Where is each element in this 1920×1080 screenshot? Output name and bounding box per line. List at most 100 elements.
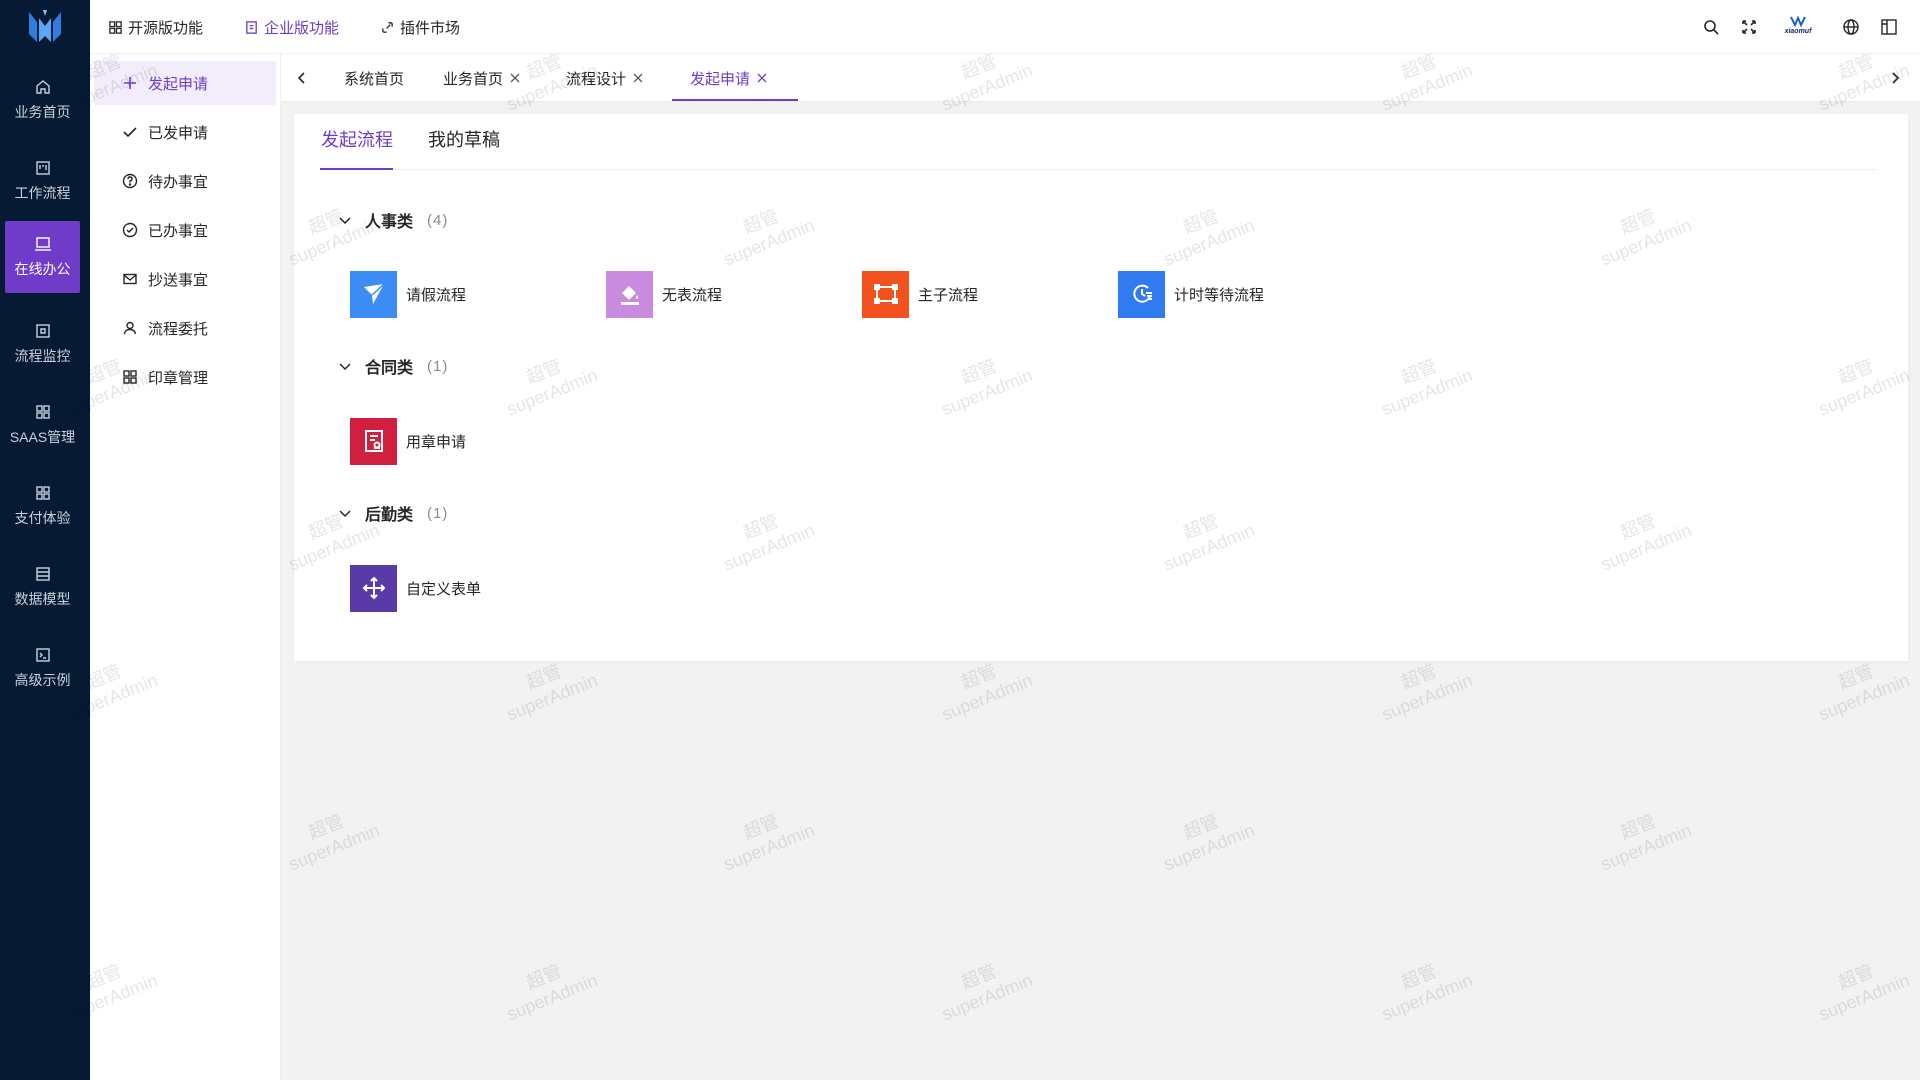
office-icon xyxy=(34,237,51,251)
watermark: 超管superAdmin xyxy=(1152,799,1258,876)
flow-item-timer-wait[interactable]: 计时等待流程 xyxy=(1118,270,1264,318)
submenu-item-todo[interactable]: 待办事宜 xyxy=(94,159,276,203)
watermark: 超管superAdmin xyxy=(1370,949,1476,1026)
flow-label: 无表流程 xyxy=(662,286,723,304)
timer-icon xyxy=(1132,284,1152,303)
rail-item-payment[interactable]: 支付体验 xyxy=(5,470,80,542)
submenu-item-sent-requests[interactable]: 已发申请 xyxy=(94,110,276,154)
stamp-icon xyxy=(364,430,383,452)
tab-process-design[interactable]: 流程设计 xyxy=(566,54,644,102)
user-icon xyxy=(123,321,137,335)
chevron-down-icon xyxy=(339,217,351,225)
flow-label: 自定义表单 xyxy=(406,580,482,598)
flow-tile xyxy=(606,270,653,318)
rail-item-label: 在线办公 xyxy=(14,261,71,277)
content-tab-indicator xyxy=(320,168,393,170)
watermark-line1: 超管 xyxy=(958,960,1000,993)
tab-scroll-right-icon[interactable] xyxy=(1886,69,1904,87)
submenu-item-done[interactable]: 已办事宜 xyxy=(94,208,276,252)
top-link-open-source[interactable]: 开源版功能 xyxy=(108,0,203,54)
paint-bucket-icon xyxy=(620,286,639,305)
rail-item-data-model[interactable]: 数据模型 xyxy=(5,551,80,623)
home-icon xyxy=(35,80,50,94)
tab-label: 流程设计 xyxy=(566,70,627,88)
group-header-contract[interactable]: 合同类 (1) xyxy=(338,354,448,378)
rail-item-online-office[interactable]: 在线办公 xyxy=(5,221,80,293)
watermark-line1: 超管 xyxy=(305,810,347,843)
question-icon xyxy=(122,173,138,189)
move-icon xyxy=(362,576,385,600)
flow-label: 用章申请 xyxy=(406,433,467,451)
submenu-item-label: 待办事宜 xyxy=(148,173,209,191)
watermark-line1: 超管 xyxy=(1180,810,1222,843)
search-icon[interactable] xyxy=(1702,18,1720,36)
rail-item-advanced-demo[interactable]: 高级示例 xyxy=(5,632,80,704)
send-icon xyxy=(363,283,385,304)
watermark-line2: superAdmin xyxy=(938,969,1036,1025)
tab-start-request[interactable]: 发起申请 xyxy=(690,54,768,102)
rail-item-saas-admin[interactable]: SAAS管理 xyxy=(5,389,80,461)
link-icon xyxy=(382,21,393,33)
group-header-logistics[interactable]: 后勤类 (1) xyxy=(338,501,448,525)
watermark-line2: superAdmin xyxy=(1815,669,1913,725)
rail-item-workflow[interactable]: 工作流程 xyxy=(5,145,80,217)
close-icon[interactable] xyxy=(756,72,768,84)
chevron-down-icon xyxy=(339,363,351,371)
tab-system-home[interactable]: 系统首页 xyxy=(344,54,404,102)
group-count: (1) xyxy=(427,504,449,522)
main-nav-rail: 业务首页 工作流程 在线办公 流程监控 SAAS管理 支付体验 数据模型 高级示… xyxy=(0,0,90,1080)
watermark: 超管superAdmin xyxy=(495,949,601,1026)
rail-item-label: 支付体验 xyxy=(14,510,71,526)
tab-scroll-left-icon[interactable] xyxy=(293,69,311,87)
watermark-line1: 超管 xyxy=(1617,810,1659,843)
flow-item-seal-request[interactable]: 用章申请 xyxy=(350,417,466,465)
watermark-line2: superAdmin xyxy=(938,669,1036,725)
watermark-line2: superAdmin xyxy=(1378,669,1476,725)
submenu-item-delegate[interactable]: 流程委托 xyxy=(94,306,276,350)
submenu-item-label: 流程委托 xyxy=(148,320,209,338)
check-circle-icon xyxy=(122,222,138,238)
submenu-item-label: 已办事宜 xyxy=(148,222,209,240)
close-icon[interactable] xyxy=(509,72,521,84)
check-icon xyxy=(123,127,137,138)
fullscreen-icon[interactable] xyxy=(1740,18,1758,36)
rail-item-process-monitor[interactable]: 流程监控 xyxy=(5,308,80,380)
flow-label: 请假流程 xyxy=(406,286,467,304)
watermark-line2: superAdmin xyxy=(720,819,818,875)
rail-item-business-home[interactable]: 业务首页 xyxy=(5,64,80,136)
grid-icon xyxy=(123,370,137,384)
layout-icon[interactable] xyxy=(1880,18,1898,36)
flow-item-custom-form[interactable]: 自定义表单 xyxy=(350,564,481,612)
top-link-enterprise[interactable]: 企业版功能 xyxy=(244,0,339,54)
submenu-item-cc[interactable]: 抄送事宜 xyxy=(94,257,276,301)
brand-logo[interactable] xyxy=(0,0,90,54)
close-icon[interactable] xyxy=(632,72,644,84)
flow-item-parent-child[interactable]: 主子流程 xyxy=(862,270,978,318)
tab-label: 业务首页 xyxy=(443,70,504,88)
submenu-item-start-request[interactable]: 发起申请 xyxy=(94,61,276,105)
watermark: 超管superAdmin xyxy=(712,799,818,876)
chevron-down-icon xyxy=(339,510,351,518)
content-tab-label: 发起流程 xyxy=(321,130,393,150)
group-header-hr[interactable]: 人事类 (4) xyxy=(338,208,448,232)
content-card: 发起流程 我的草稿 人事类 (4) 请假流程 无表流程 主子流程 计时等待流程 … xyxy=(294,114,1908,661)
submenu-item-seal[interactable]: 印章管理 xyxy=(94,355,276,399)
flow-item-leave[interactable]: 请假流程 xyxy=(350,270,466,318)
tab-business-home[interactable]: 业务首页 xyxy=(443,54,521,102)
watermark-line1: 超管 xyxy=(740,810,782,843)
user-avatar[interactable]: xiaomuf xyxy=(1780,15,1816,39)
submenu-item-label: 已发申请 xyxy=(148,124,209,142)
language-icon[interactable] xyxy=(1842,18,1860,36)
flow-tile xyxy=(350,564,397,612)
flow-item-formless[interactable]: 无表流程 xyxy=(606,270,722,318)
workflow-icon xyxy=(35,161,50,175)
sub-menu: 发起申请 已发申请 待办事宜 已办事宜 抄送事宜 流程委托 印章管理 xyxy=(90,54,281,1080)
watermark-line1: 超管 xyxy=(1835,960,1877,993)
tab-my-drafts[interactable]: 我的草稿 xyxy=(428,126,500,152)
tab-start-process[interactable]: 发起流程 xyxy=(321,126,393,152)
top-link-label: 企业版功能 xyxy=(264,19,340,37)
top-link-plugin-market[interactable]: 插件市场 xyxy=(380,0,460,54)
grid-icon xyxy=(35,405,50,419)
watermark: 超管superAdmin xyxy=(277,799,383,876)
mail-icon xyxy=(123,273,137,285)
